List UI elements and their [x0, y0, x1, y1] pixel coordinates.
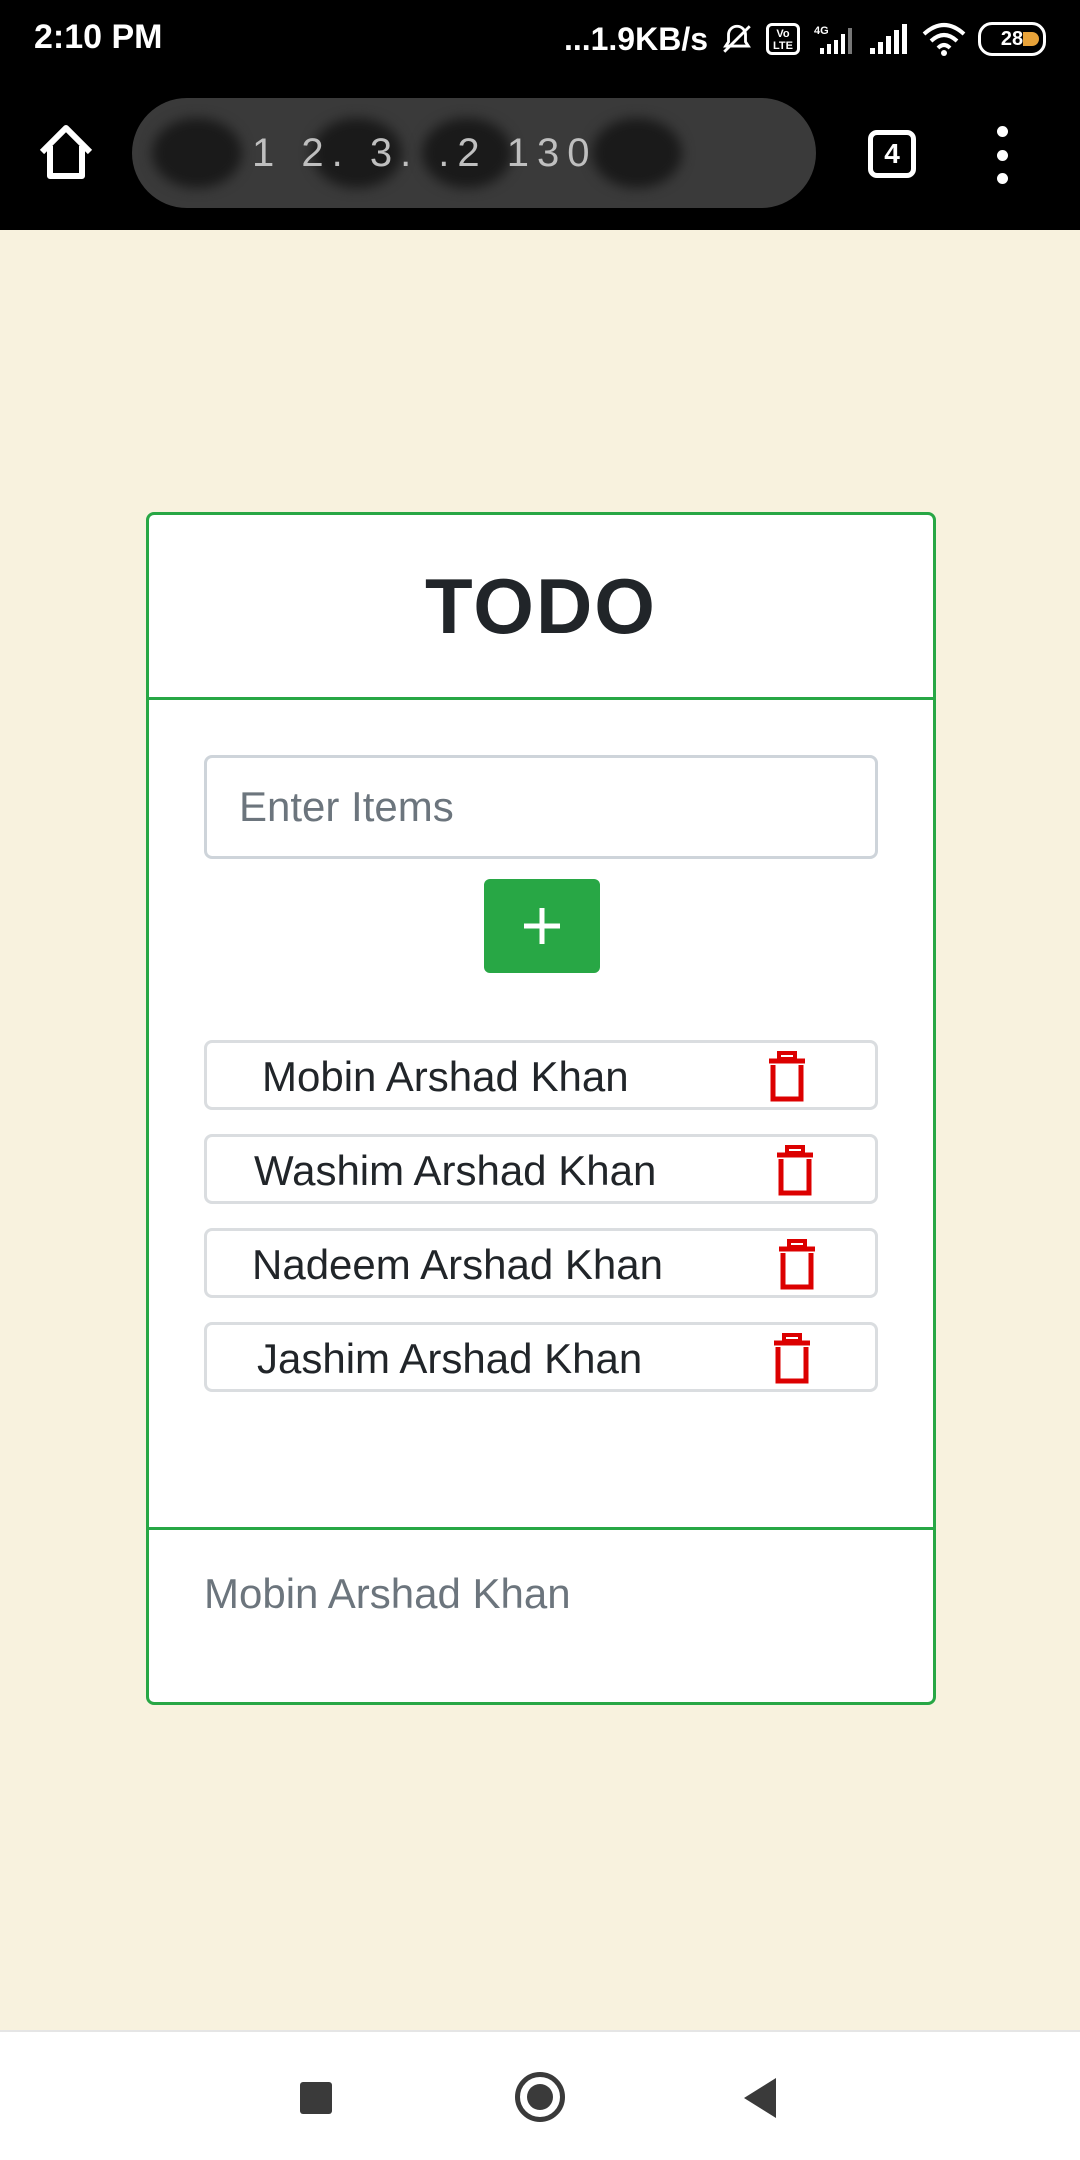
- url-redaction: [592, 118, 682, 188]
- battery-icon: 28: [978, 22, 1046, 56]
- list-item: Washim Arshad Khan: [204, 1134, 878, 1204]
- trash-icon[interactable]: [777, 1239, 817, 1291]
- mute-icon: [720, 22, 754, 56]
- list-item: Mobin Arshad Khan: [204, 1040, 878, 1110]
- page-title: TODO: [425, 561, 657, 650]
- home-nav-icon[interactable]: [515, 2072, 565, 2122]
- status-bar: 2:10 PM ...1.9KB/s Vo LTE 4G 28: [0, 0, 1080, 78]
- url-bar[interactable]: 1 2. 3. .2 130: [132, 98, 816, 208]
- item-input[interactable]: [204, 755, 878, 859]
- trash-icon[interactable]: [775, 1145, 815, 1197]
- list-item: Jashim Arshad Khan: [204, 1322, 878, 1392]
- list-item-text: Mobin Arshad Khan: [262, 1053, 629, 1100]
- list-item-text: Jashim Arshad Khan: [257, 1335, 643, 1382]
- battery-level: 28: [1000, 27, 1024, 50]
- trash-icon[interactable]: [772, 1333, 812, 1385]
- back-icon[interactable]: [744, 2078, 776, 2118]
- recents-icon[interactable]: [300, 2082, 332, 2114]
- wifi-icon: [922, 22, 966, 56]
- plus-icon: [524, 908, 560, 944]
- tab-switcher-button[interactable]: 4: [868, 130, 916, 178]
- system-nav-bar: [0, 2030, 1080, 2160]
- list-item: Nadeem Arshad Khan: [204, 1228, 878, 1298]
- todo-card: TODO Mobin Arshad Khan Washim Arshad Kha…: [146, 512, 936, 1705]
- trash-icon[interactable]: [767, 1051, 807, 1103]
- signal-4g-icon: 4G: [812, 22, 856, 56]
- svg-text:4G: 4G: [814, 25, 829, 37]
- signal-icon: [868, 22, 910, 56]
- todo-list: Mobin Arshad Khan Washim Arshad Khan Nad…: [204, 1040, 878, 1416]
- status-icons: ...1.9KB/s Vo LTE 4G 28: [564, 16, 1046, 62]
- status-time: 2:10 PM: [34, 18, 163, 56]
- home-icon[interactable]: [34, 120, 98, 184]
- footer-text: Mobin Arshad Khan: [204, 1570, 571, 1617]
- add-item-button[interactable]: [484, 879, 600, 973]
- url-redaction: [152, 118, 242, 188]
- volte-icon: Vo LTE: [766, 23, 800, 55]
- tab-count: 4: [884, 138, 900, 169]
- url-text: 1 2. 3. .2 130: [252, 130, 598, 175]
- card-footer: Mobin Arshad Khan: [149, 1527, 933, 1705]
- more-menu-icon[interactable]: [990, 126, 1014, 184]
- list-item-text: Washim Arshad Khan: [254, 1147, 657, 1194]
- browser-toolbar: 1 2. 3. .2 130 4: [0, 78, 1080, 230]
- network-speed: ...1.9KB/s: [563, 20, 708, 57]
- list-item-text: Nadeem Arshad Khan: [252, 1241, 663, 1288]
- card-header: TODO: [149, 515, 933, 700]
